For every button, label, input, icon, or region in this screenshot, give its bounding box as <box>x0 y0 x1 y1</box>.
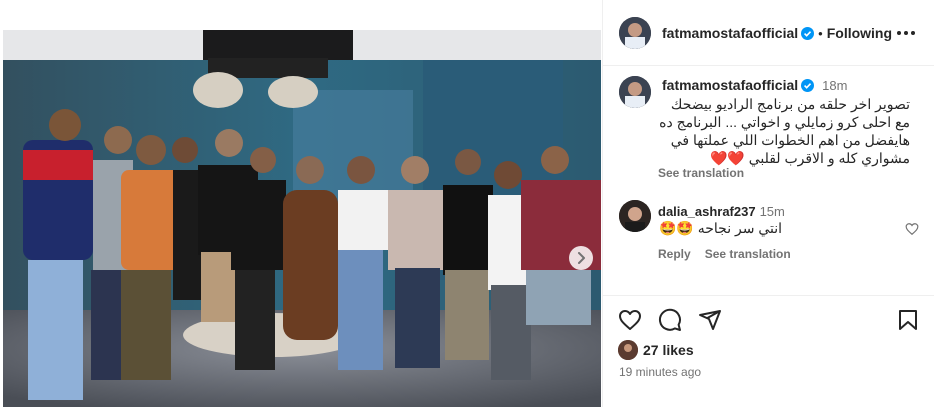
author-avatar-image <box>619 17 651 49</box>
caption-header: fatmamostafaofficial 18m <box>662 77 847 95</box>
post-viewer: fatmamostafaofficial • Following fatmamost… <box>0 0 934 407</box>
next-photo-button[interactable] <box>569 246 593 270</box>
more-icon <box>911 31 915 35</box>
share-icon[interactable] <box>698 308 722 332</box>
comment-icon[interactable] <box>658 308 682 332</box>
comment-see-translation[interactable]: See translation <box>705 247 791 261</box>
caption-avatar-image <box>619 76 651 108</box>
post-actions <box>603 305 934 335</box>
bookmark-icon[interactable] <box>896 308 920 332</box>
more-options-button[interactable] <box>894 24 918 42</box>
verified-icon <box>801 79 815 92</box>
separator-dot: • <box>818 26 823 41</box>
caption-avatar[interactable] <box>619 76 651 108</box>
liker-avatar[interactable] <box>618 340 638 360</box>
post-photo[interactable] <box>3 30 601 407</box>
caption-text: تصوير اخر حلقه من برنامج الراديو بيضحك م… <box>659 96 910 166</box>
commenter-avatar-image <box>619 200 651 232</box>
caption-username[interactable]: fatmamostafaofficial <box>662 77 798 93</box>
post-header: fatmamostafaofficial • Following <box>603 0 934 66</box>
author-avatar[interactable] <box>619 17 651 49</box>
caption-see-translation[interactable]: See translation <box>658 166 744 180</box>
chevron-right-icon <box>578 252 585 264</box>
post-timestamp: 19 minutes ago <box>619 365 702 379</box>
heart-icon[interactable] <box>618 308 642 332</box>
likes-count[interactable]: 27 likes <box>643 342 694 358</box>
following-button[interactable]: Following <box>827 25 892 41</box>
liker-avatar-image <box>618 340 638 360</box>
reply-button[interactable]: Reply <box>658 247 691 261</box>
group-photo-illustration <box>3 30 601 407</box>
verified-icon <box>801 27 815 40</box>
commenter-avatar[interactable] <box>619 200 651 232</box>
caption-time: 18m <box>822 78 848 93</box>
more-icon <box>904 31 908 35</box>
comment-actions: Reply See translation <box>658 247 805 261</box>
commenter-username[interactable]: dalia_ashraf237 <box>658 204 756 219</box>
comment-text: انتي سر نجاحه 🤩🤩 <box>659 220 783 236</box>
author-username[interactable]: fatmamostafaofficial <box>662 25 798 41</box>
more-icon <box>897 31 901 35</box>
actions-divider <box>603 295 934 296</box>
header-line: fatmamostafaofficial • Following <box>662 25 892 43</box>
comment-time: 15m <box>759 204 785 219</box>
heart-icon[interactable] <box>905 222 919 236</box>
comment-header: dalia_ashraf237 15m <box>658 203 785 221</box>
likes-row: 27 likes <box>603 339 934 361</box>
